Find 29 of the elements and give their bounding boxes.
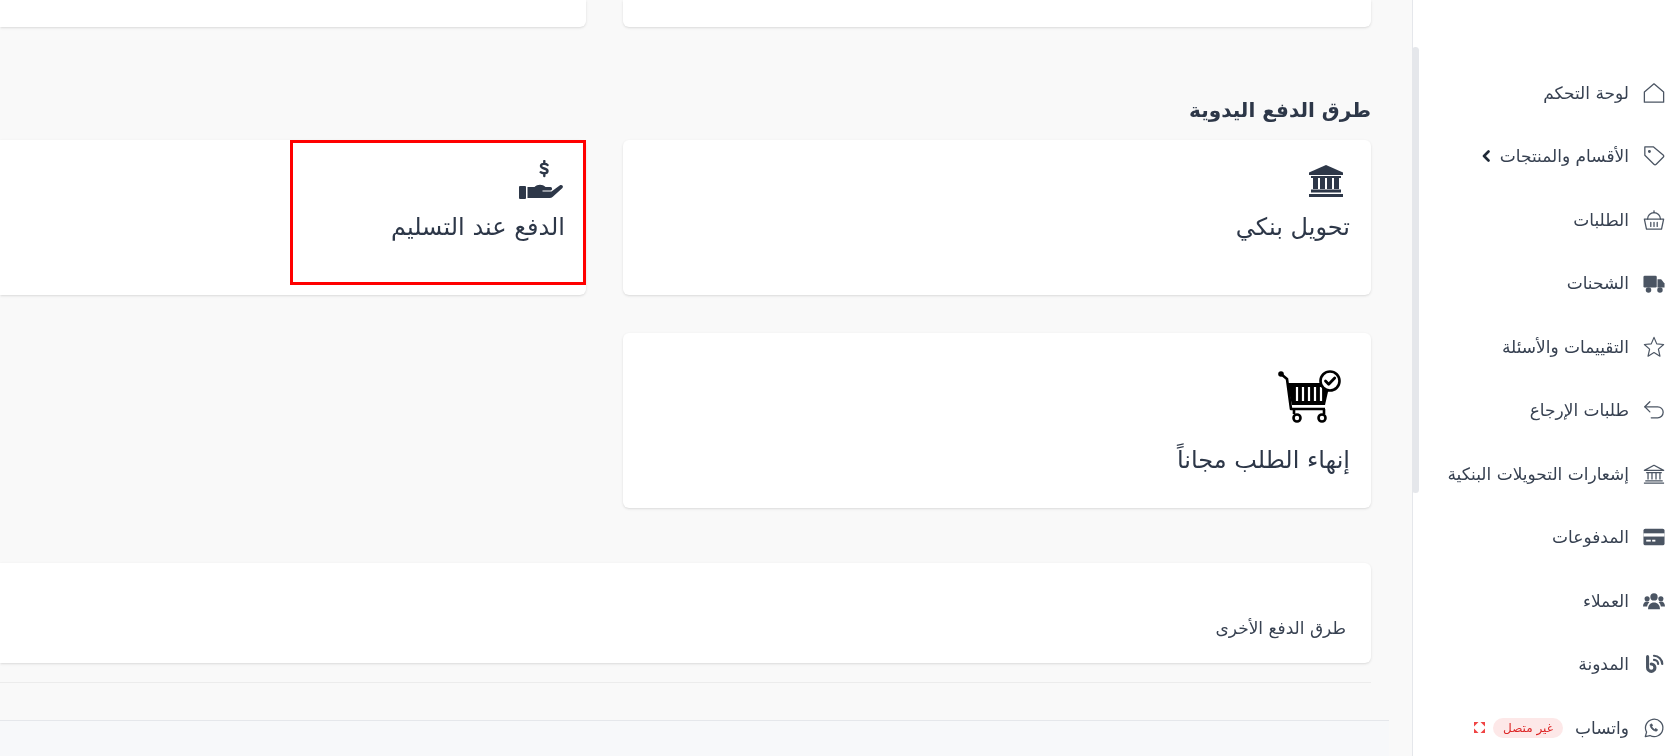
section-title: طرق الدفع الأخرى <box>1215 618 1346 638</box>
sidebar-item[interactable]: إشعارات التحويلات البنكية <box>1447 460 1665 487</box>
sidebar-item[interactable]: الطلبات <box>1573 206 1665 233</box>
star-icon <box>1643 335 1665 358</box>
payment-method-card[interactable]: الدفع عند التسليم <box>0 140 586 295</box>
bank-icon <box>1643 462 1665 485</box>
section-heading: طرق الدفع اليدوية <box>1189 97 1371 124</box>
bank-icon <box>1309 165 1343 197</box>
sidebar-item[interactable]: التقييمات والأسئلة <box>1501 333 1665 360</box>
sidebar-item[interactable]: لوحة التحكم <box>1543 79 1665 106</box>
payment-method-card[interactable]: تحويل بنكي <box>623 140 1371 295</box>
sidebar-item[interactable]: الشحنات <box>1566 270 1665 297</box>
blog-icon <box>1643 653 1665 676</box>
sidebar-item[interactable]: واتساب <box>1575 714 1665 741</box>
home-icon <box>1643 81 1665 104</box>
sidebar-item[interactable]: طلبات الإرجاع <box>1529 397 1665 424</box>
tag-icon <box>1643 145 1665 168</box>
basket-icon <box>1643 208 1665 231</box>
scrollbar-thumb[interactable] <box>1412 47 1419 493</box>
speech-bubble-icon <box>1643 716 1665 739</box>
status-badge: غير متصل <box>1493 717 1563 738</box>
sidebar-item[interactable]: الأقسام والمنتجات <box>1481 143 1665 170</box>
sidebar-item[interactable]: المدفوعات <box>1552 524 1665 551</box>
sidebar-item[interactable]: العملاء <box>1582 587 1665 614</box>
sidebar-item[interactable]: المدونة <box>1578 651 1665 678</box>
hand-dollar-icon <box>519 160 563 200</box>
payment-method-card[interactable]: إنهاء الطلب مجاناً <box>623 333 1371 508</box>
cart-check-icon <box>1278 370 1341 425</box>
corner-triangles-icon <box>1474 722 1486 734</box>
